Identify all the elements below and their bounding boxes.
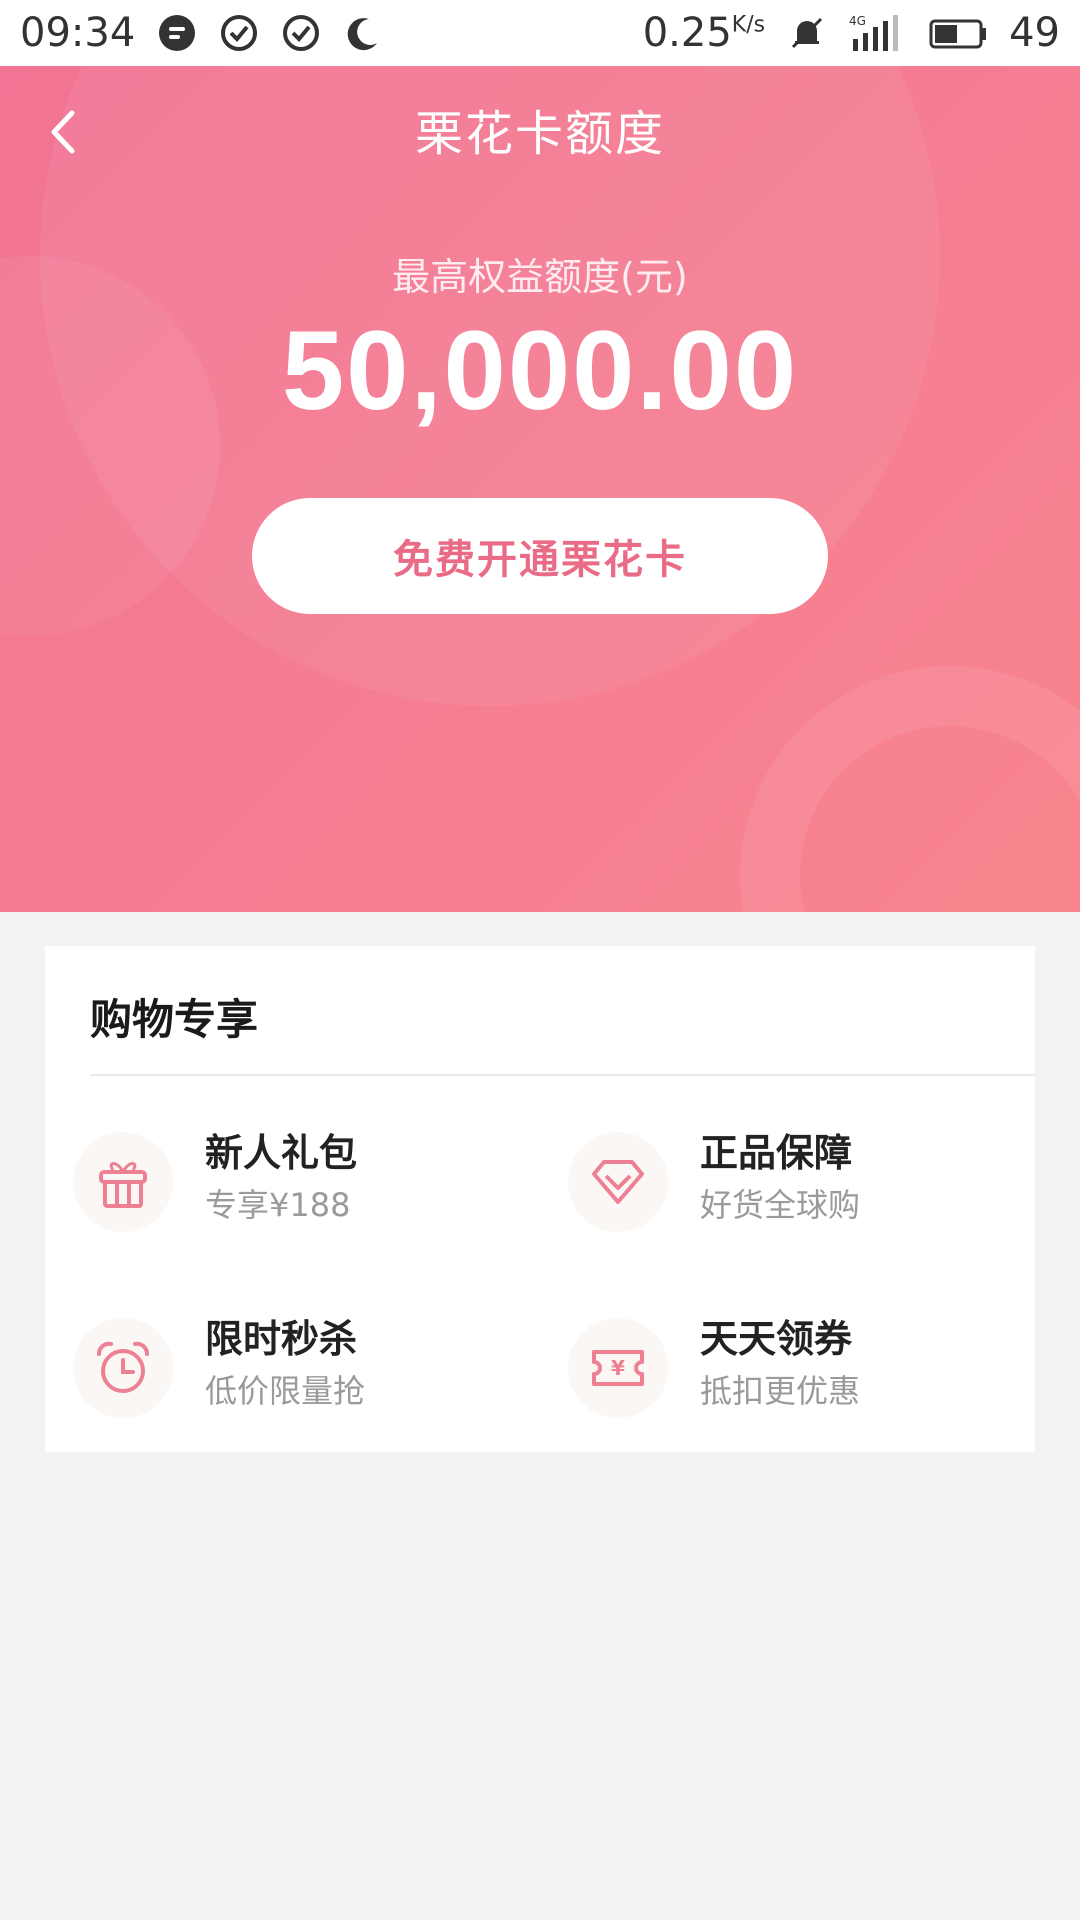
benefit-name: 正品保障 [700,1131,853,1175]
benefit-desc: 抵扣更优惠 [700,1372,861,1410]
shopping-benefits-card: 购物专享 新人礼包 专享¥188 正品保障 好货全球购 限时秒杀 低价限量抢 ¥… [45,946,1035,1452]
benefit-item-daily-coupons[interactable]: ¥ 天天领券 抵扣更优惠 [540,1308,990,1428]
open-card-button[interactable]: 免费开通栗花卡 [252,498,828,614]
network-type: 4G [849,14,866,28]
section-title: 购物专享 [90,995,259,1044]
network-speed: 0.25K/s [643,10,765,56]
credit-header: 栗花卡额度 最高权益额度(元) 50,000.00 免费开通栗花卡 [0,66,1080,912]
divider [90,1074,1035,1076]
battery-icon [929,19,987,49]
decor-ring [740,666,1080,912]
benefit-icon-wrap: ¥ [568,1318,668,1418]
benefit-icon-wrap [568,1132,668,1232]
page-title: 栗花卡额度 [414,106,665,162]
benefit-name: 新人礼包 [205,1131,358,1175]
diamond-icon [592,1160,644,1204]
benefit-name: 天天领券 [700,1317,853,1361]
signal-icon: 4G [849,14,899,51]
limit-amount: 50,000.00 [281,308,799,433]
benefit-name: 限时秒杀 [205,1317,358,1361]
message-icon [159,15,196,51]
benefit-icon-wrap [73,1318,173,1418]
status-time: 09:34 [20,10,136,56]
status-bar-right: 0.25K/s 4G 49 [643,10,1060,56]
bell-muted-icon [792,17,823,49]
battery-level: 49 [1009,10,1060,56]
benefit-desc: 低价限量抢 [205,1372,366,1410]
benefit-desc: 专享¥188 [205,1186,351,1224]
network-speed-value: 0.25 [642,10,732,56]
coupon-icon: ¥ [592,1350,644,1386]
benefit-item-flash-sale[interactable]: 限时秒杀 低价限量抢 [45,1308,495,1428]
limit-label: 最高权益额度(元) [392,255,688,299]
check-circle-icon [221,15,258,51]
svg-text:¥: ¥ [611,1356,625,1380]
benefit-item-authentic-guarantee[interactable]: 正品保障 好货全球购 [540,1122,990,1242]
benefit-desc: 好货全球购 [700,1186,861,1224]
check-circle-icon [283,15,320,51]
benefit-icon-wrap [73,1132,173,1232]
status-bar: 09:34 0.25K/s 4G 49 [0,0,1080,66]
network-speed-unit: K/s [731,12,766,38]
status-bar-left: 09:34 [20,10,383,56]
gift-icon [99,1162,147,1208]
benefit-item-new-user-gift[interactable]: 新人礼包 专享¥188 [45,1122,495,1242]
moon-icon [347,18,378,51]
alarm-clock-icon [97,1341,149,1393]
